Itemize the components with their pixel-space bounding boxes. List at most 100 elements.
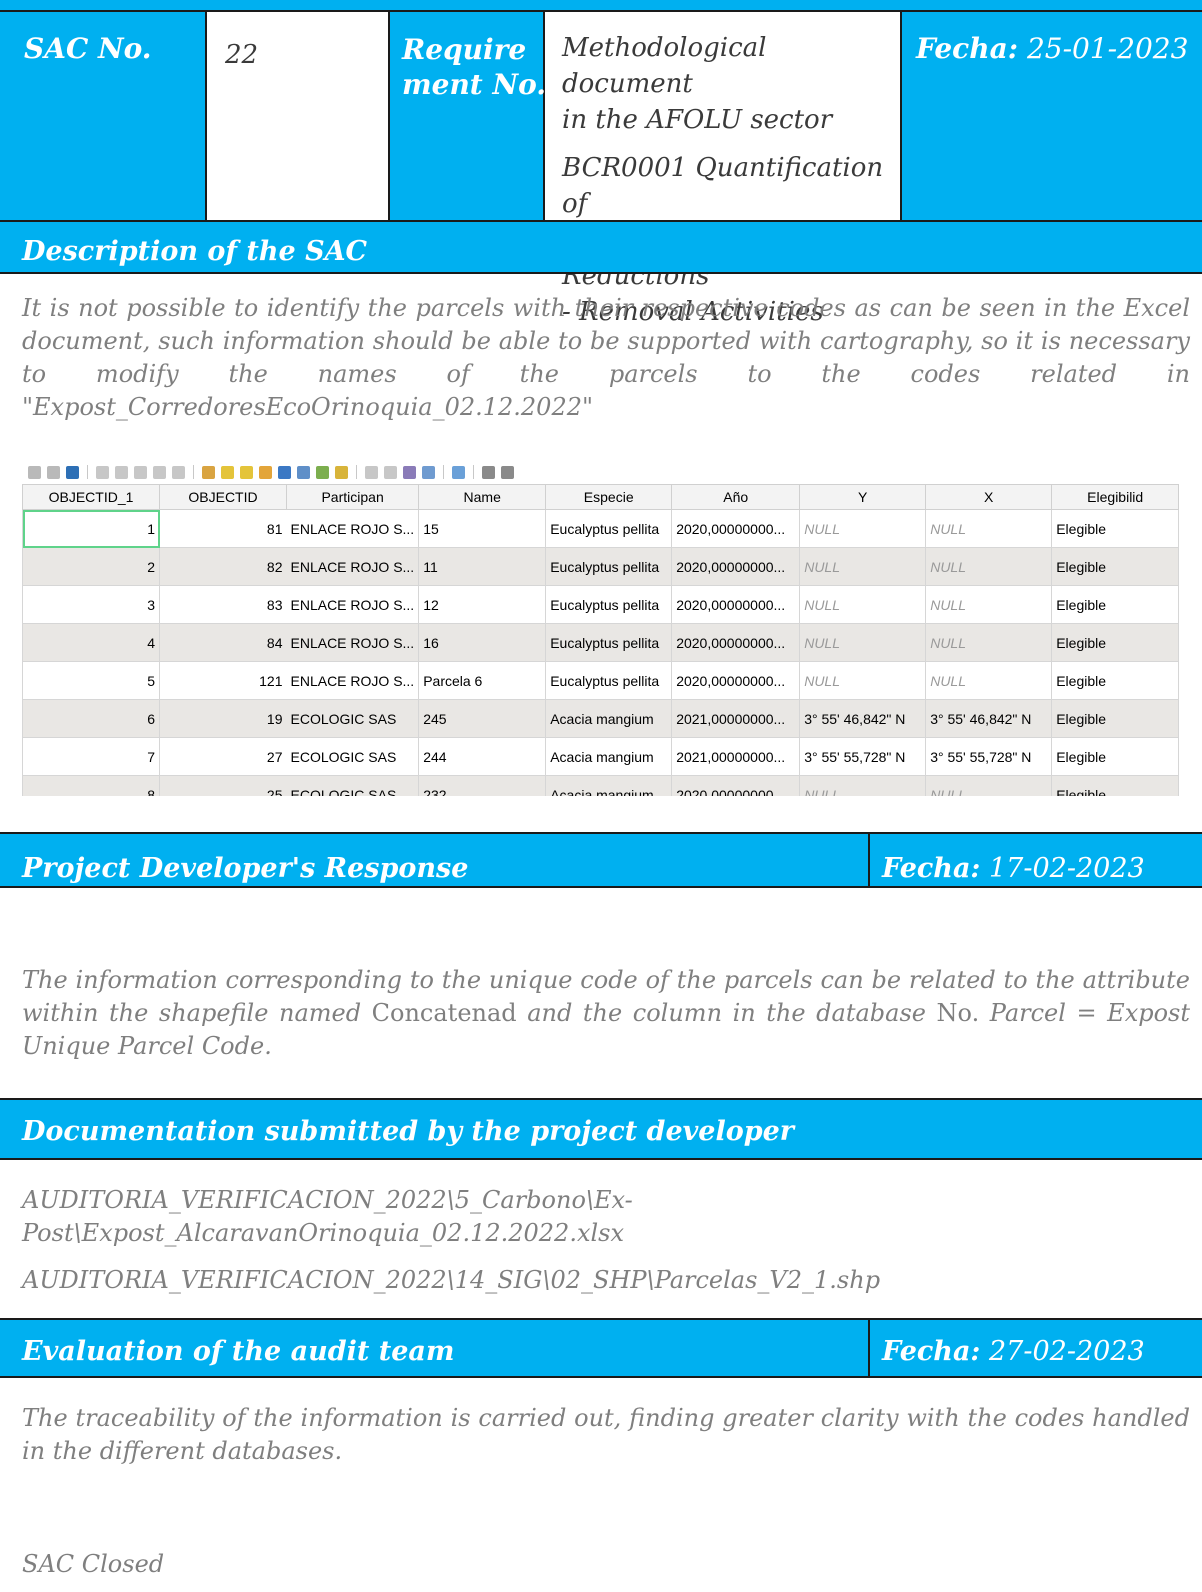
- table-cell[interactable]: NULL: [925, 509, 1053, 548]
- sac-number-label: SAC No.: [24, 32, 152, 65]
- description-line: "Expost_CorredoresEcoOrinoquia_02.12.202…: [22, 393, 594, 421]
- column-header[interactable]: Name: [418, 484, 547, 510]
- column-header[interactable]: Y: [799, 484, 927, 510]
- fecha-label: Fecha:: [916, 32, 1019, 65]
- table-cell[interactable]: 2: [22, 547, 160, 586]
- evaluation-line: in the different databases.: [22, 1437, 343, 1465]
- column-header[interactable]: Participan: [285, 484, 420, 510]
- table-cell[interactable]: ENLACE ROJO S...: [286, 661, 420, 700]
- table-cell[interactable]: 2020,00000000...: [671, 661, 801, 700]
- table-cell[interactable]: Acacia mangium: [545, 775, 673, 796]
- table-cell[interactable]: ENLACE ROJO S...: [286, 623, 420, 662]
- table-cell[interactable]: NULL: [925, 623, 1053, 662]
- table-cell[interactable]: 121: [159, 661, 287, 700]
- table-row[interactable]: 3 83 ENLACE ROJO S... 12 Eucalyptus pell…: [22, 585, 1180, 624]
- reload-icon: [66, 465, 79, 479]
- table-cell[interactable]: 12: [418, 585, 547, 624]
- table-cell[interactable]: NULL: [925, 547, 1053, 586]
- table-cell[interactable]: 82: [159, 547, 287, 586]
- table-cell[interactable]: NULL: [799, 585, 927, 624]
- table-cell[interactable]: Elegible: [1051, 775, 1180, 796]
- attribute-table-toolbar: [22, 460, 1192, 484]
- sac-status: SAC Closed: [22, 1550, 165, 1578]
- table-cell[interactable]: 2020,00000000...: [671, 509, 801, 548]
- table-cell[interactable]: Elegible: [1051, 699, 1180, 738]
- table-cell[interactable]: NULL: [799, 547, 927, 586]
- table-cell[interactable]: 244: [418, 737, 547, 776]
- table-cell[interactable]: 2020,00000000...: [671, 775, 801, 796]
- table-cell[interactable]: Elegible: [1051, 661, 1180, 700]
- table-cell[interactable]: 2020,00000000...: [671, 585, 801, 624]
- table-cell[interactable]: ECOLOGIC SAS: [286, 699, 420, 738]
- table-cell[interactable]: ENLACE ROJO S...: [286, 585, 420, 624]
- table-cell[interactable]: 1: [22, 509, 160, 548]
- table-row[interactable]: 1 81 ENLACE ROJO S... 15 Eucalyptus pell…: [22, 509, 1180, 548]
- table-cell[interactable]: NULL: [799, 623, 927, 662]
- table-cell[interactable]: Eucalyptus pellita: [545, 661, 673, 700]
- table-cell[interactable]: 16: [418, 623, 547, 662]
- table-cell[interactable]: Eucalyptus pellita: [545, 623, 673, 662]
- table-row[interactable]: 5 121 ENLACE ROJO S... Parcela 6 Eucalyp…: [22, 661, 1180, 700]
- column-header[interactable]: X: [925, 484, 1053, 510]
- table-cell[interactable]: 245: [418, 699, 547, 738]
- table-cell[interactable]: 4: [22, 623, 160, 662]
- table-row[interactable]: 8 25 ECOLOGIC SAS 232 Acacia mangium 202…: [22, 775, 1180, 796]
- table-cell[interactable]: NULL: [799, 661, 927, 700]
- table-cell[interactable]: 83: [159, 585, 287, 624]
- table-row[interactable]: 7 27 ECOLOGIC SAS 244 Acacia mangium 202…: [22, 737, 1180, 776]
- table-cell[interactable]: 11: [418, 547, 547, 586]
- table-row[interactable]: 4 84 ENLACE ROJO S... 16 Eucalyptus pell…: [22, 623, 1180, 662]
- column-header[interactable]: Especie: [545, 484, 673, 510]
- table-cell[interactable]: 81: [159, 509, 287, 548]
- column-header[interactable]: OBJECTID: [159, 484, 287, 510]
- table-cell[interactable]: 3° 55' 55,728" N: [925, 737, 1053, 776]
- evaluation-line: The traceability of the information is c…: [22, 1404, 1190, 1432]
- table-cell[interactable]: 3° 55' 46,842" N: [925, 699, 1053, 738]
- table-cell[interactable]: 3° 55' 46,842" N: [799, 699, 927, 738]
- table-cell[interactable]: NULL: [925, 585, 1053, 624]
- table-cell[interactable]: 27: [159, 737, 287, 776]
- table-cell[interactable]: 5: [22, 661, 160, 700]
- table-cell[interactable]: NULL: [799, 509, 927, 548]
- table-cell[interactable]: Elegible: [1051, 585, 1180, 624]
- column-header[interactable]: Elegibilid: [1051, 484, 1180, 510]
- description-text: It is not possible to identify the parce…: [22, 292, 1190, 424]
- table-cell[interactable]: 19: [159, 699, 287, 738]
- table-cell[interactable]: NULL: [925, 775, 1053, 796]
- table-cell[interactable]: 3: [22, 585, 160, 624]
- table-cell[interactable]: Elegible: [1051, 737, 1180, 776]
- table-cell[interactable]: Eucalyptus pellita: [545, 509, 673, 548]
- table-cell[interactable]: Eucalyptus pellita: [545, 585, 673, 624]
- table-cell[interactable]: 2020,00000000...: [671, 547, 801, 586]
- table-cell[interactable]: 2021,00000000...: [671, 737, 801, 776]
- table-cell[interactable]: 6: [22, 699, 160, 738]
- table-row[interactable]: 6 19 ECOLOGIC SAS 245 Acacia mangium 202…: [22, 699, 1180, 738]
- table-cell[interactable]: NULL: [925, 661, 1053, 700]
- table-cell[interactable]: Eucalyptus pellita: [545, 547, 673, 586]
- pan-to-selection-icon: [316, 465, 329, 479]
- table-cell[interactable]: ECOLOGIC SAS: [286, 737, 420, 776]
- table-cell[interactable]: Acacia mangium: [545, 699, 673, 738]
- table-cell[interactable]: 2021,00000000...: [671, 699, 801, 738]
- table-cell[interactable]: 15: [418, 509, 547, 548]
- table-cell[interactable]: 8: [22, 775, 160, 796]
- table-cell[interactable]: Elegible: [1051, 509, 1180, 548]
- table-cell[interactable]: NULL: [799, 775, 927, 796]
- table-cell[interactable]: 232: [418, 775, 547, 796]
- table-cell[interactable]: Parcela 6: [418, 661, 547, 700]
- table-cell[interactable]: ECOLOGIC SAS: [286, 775, 420, 796]
- table-cell[interactable]: Elegible: [1051, 547, 1180, 586]
- table-cell[interactable]: 3° 55' 55,728" N: [799, 737, 927, 776]
- table-cell[interactable]: Elegible: [1051, 623, 1180, 662]
- column-header[interactable]: OBJECTID_1: [22, 484, 160, 510]
- table-cell[interactable]: ENLACE ROJO S...: [286, 547, 420, 586]
- column-header[interactable]: Año: [671, 484, 801, 510]
- table-row[interactable]: 2 82 ENLACE ROJO S... 11 Eucalyptus pell…: [22, 547, 1180, 586]
- table-cell[interactable]: 84: [159, 623, 287, 662]
- table-cell[interactable]: ENLACE ROJO S...: [286, 509, 420, 548]
- table-cell[interactable]: 25: [159, 775, 287, 796]
- table-cell[interactable]: 7: [22, 737, 160, 776]
- table-cell[interactable]: 2020,00000000...: [671, 623, 801, 662]
- table-cell[interactable]: Acacia mangium: [545, 737, 673, 776]
- cut-icon: [134, 465, 147, 479]
